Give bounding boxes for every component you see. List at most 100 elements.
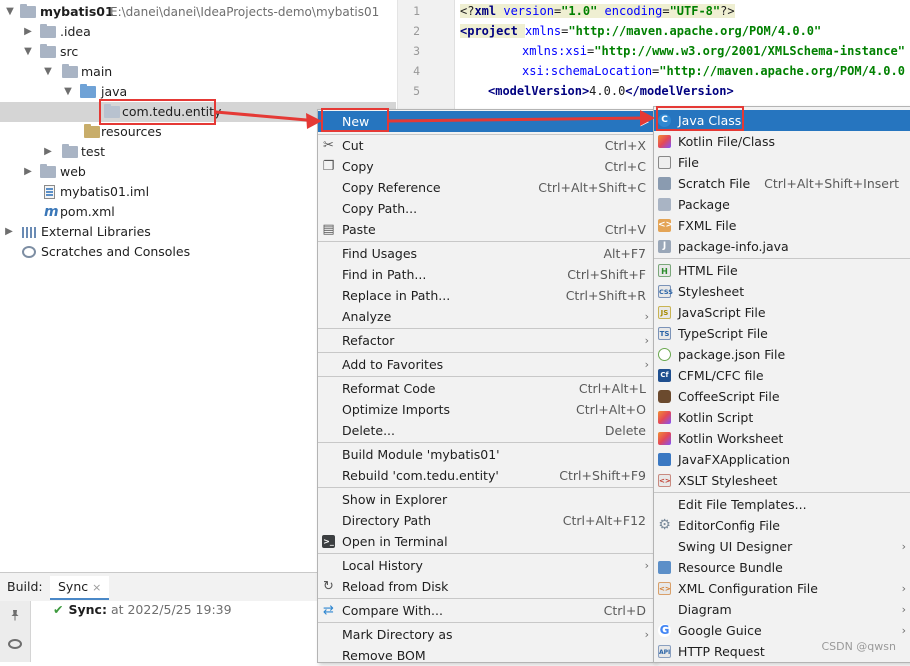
folder-icon xyxy=(40,164,56,178)
menu-separator xyxy=(318,622,654,623)
menu-item-reload-from-disk[interactable]: ↻ Reload from Disk xyxy=(318,576,654,597)
menu-item-copy[interactable]: ❐ Copy Ctrl+C xyxy=(318,156,654,177)
chevron-right-icon[interactable]: ▶ xyxy=(3,222,15,242)
submenu-item-coffeescript-file[interactable]: CoffeeScript File xyxy=(654,386,910,407)
pin-icon[interactable] xyxy=(9,609,21,621)
chevron-down-icon[interactable]: ▼ xyxy=(42,62,54,82)
module-folder-icon xyxy=(20,4,36,18)
menu-separator xyxy=(654,492,910,493)
menu-item-mark-directory-as[interactable]: Mark Directory as › xyxy=(318,624,654,645)
close-icon[interactable]: × xyxy=(92,581,101,594)
submenu-item-kotlin-file[interactable]: Kotlin File/Class xyxy=(654,131,910,152)
chevron-right-icon[interactable]: ▶ xyxy=(22,162,34,182)
menu-item-analyze[interactable]: Analyze › xyxy=(318,306,654,327)
tree-item-java[interactable]: ▼ java xyxy=(0,82,396,102)
chevron-right-icon: › xyxy=(901,603,906,616)
menu-item-cut[interactable]: ✂ Cut Ctrl+X xyxy=(318,135,654,156)
menu-item-delete[interactable]: Delete... Delete xyxy=(318,420,654,441)
submenu-item-kotlin-worksheet[interactable]: Kotlin Worksheet xyxy=(654,428,910,449)
menu-item-label: Show in Explorer xyxy=(342,492,448,507)
menu-item-open-in-terminal[interactable]: >_ Open in Terminal xyxy=(318,531,654,552)
chevron-right-icon[interactable]: ▶ xyxy=(22,22,34,42)
class-icon: C xyxy=(658,114,671,127)
submenu-item-fxml-file[interactable]: <> FXML File xyxy=(654,215,910,236)
menu-item-show-in-explorer[interactable]: Show in Explorer xyxy=(318,489,654,510)
chevron-down-icon[interactable]: ▼ xyxy=(4,2,16,22)
menu-item-label: Mark Directory as xyxy=(342,627,453,642)
submenu-item-typescript-file[interactable]: TS TypeScript File xyxy=(654,323,910,344)
menu-item-copy-path[interactable]: Copy Path... xyxy=(318,198,654,219)
submenu-item-javascript-file[interactable]: JS JavaScript File xyxy=(654,302,910,323)
menu-item-label: Analyze xyxy=(342,309,392,324)
submenu-item-swing-ui-designer[interactable]: Swing UI Designer › xyxy=(654,536,910,557)
tree-item-main[interactable]: ▼ main xyxy=(0,62,396,82)
menu-item-shortcut: Ctrl+Alt+F12 xyxy=(562,513,646,528)
menu-item-refactor[interactable]: Refactor › xyxy=(318,330,654,351)
menu-item-label: Refactor xyxy=(342,333,395,348)
tree-item-label: java xyxy=(101,84,128,99)
tab-sync[interactable]: Sync × xyxy=(50,576,110,600)
submenu-item-diagram[interactable]: Diagram › xyxy=(654,599,910,620)
submenu-item-html-file[interactable]: H HTML File xyxy=(654,260,910,281)
submenu-item-stylesheet[interactable]: CSS Stylesheet xyxy=(654,281,910,302)
menu-item-label: HTTP Request xyxy=(678,644,765,659)
menu-item-paste[interactable]: ▤ Paste Ctrl+V xyxy=(318,219,654,240)
chevron-down-icon[interactable]: ▼ xyxy=(22,42,34,62)
submenu-item-google-guice[interactable]: G Google Guice › xyxy=(654,620,910,641)
code-editor[interactable]: 1 2 3 4 5 <?xml version="1.0" encoding="… xyxy=(397,0,910,110)
submenu-item-package-json[interactable]: package.json File xyxy=(654,344,910,365)
menu-item-find-in-path[interactable]: Find in Path... Ctrl+Shift+F xyxy=(318,264,654,285)
menu-item-add-to-favorites[interactable]: Add to Favorites › xyxy=(318,354,654,375)
menu-item-label: Directory Path xyxy=(342,513,432,528)
submenu-item-java-class[interactable]: C Java Class xyxy=(654,110,910,131)
submenu-item-javafx-application[interactable]: JavaFXApplication xyxy=(654,449,910,470)
cfml-icon: Cf xyxy=(658,369,671,382)
menu-item-label: Replace in Path... xyxy=(342,288,451,303)
submenu-item-xml-configuration-file[interactable]: <> XML Configuration File › xyxy=(654,578,910,599)
javascript-icon: JS xyxy=(658,306,671,319)
chevron-right-icon[interactable]: ▶ xyxy=(42,142,54,162)
submenu-item-xslt-stylesheet[interactable]: <> XSLT Stylesheet xyxy=(654,470,910,491)
eye-icon[interactable] xyxy=(8,639,22,649)
menu-item-label: Paste xyxy=(342,222,376,237)
scissors-icon: ✂ xyxy=(323,138,334,153)
menu-item-compare-with[interactable]: ⇄ Compare With... Ctrl+D xyxy=(318,600,654,621)
menu-item-find-usages[interactable]: Find Usages Alt+F7 xyxy=(318,243,654,264)
tree-item-mybatis01[interactable]: ▼ mybatis01 E:\danei\danei\IdeaProjects-… xyxy=(0,2,396,22)
submenu-item-cfml-file[interactable]: Cf CFML/CFC file xyxy=(654,365,910,386)
submenu-item-resource-bundle[interactable]: Resource Bundle xyxy=(654,557,910,578)
api-icon: API xyxy=(658,645,671,658)
chevron-down-icon[interactable]: ▼ xyxy=(62,82,74,102)
build-tool-window: Build: Sync × ✔ Sync: at 2022/5/25 19:39 xyxy=(0,572,318,662)
resources-folder-icon xyxy=(84,124,100,138)
menu-item-rebuild[interactable]: Rebuild 'com.tedu.entity' Ctrl+Shift+F9 xyxy=(318,465,654,486)
menu-item-label: FXML File xyxy=(678,218,737,233)
submenu-item-edit-file-templates[interactable]: Edit File Templates... xyxy=(654,494,910,515)
menu-item-local-history[interactable]: Local History › xyxy=(318,555,654,576)
menu-item-optimize-imports[interactable]: Optimize Imports Ctrl+Alt+O xyxy=(318,399,654,420)
submenu-item-file[interactable]: File xyxy=(654,152,910,173)
context-menu: New ▶ ✂ Cut Ctrl+X ❐ Copy Ctrl+C Copy Referen… xyxy=(317,109,655,663)
line-number: 5 xyxy=(413,84,420,98)
menu-item-directory-path[interactable]: Directory Path Ctrl+Alt+F12 xyxy=(318,510,654,531)
menu-item-replace-in-path[interactable]: Replace in Path... Ctrl+Shift+R xyxy=(318,285,654,306)
tree-item-src[interactable]: ▼ src xyxy=(0,42,396,62)
menu-item-remove-bom[interactable]: Remove BOM xyxy=(318,645,654,666)
menu-item-shortcut: Ctrl+Shift+R xyxy=(565,288,646,303)
submenu-item-scratch-file[interactable]: Scratch File Ctrl+Alt+Shift+Insert xyxy=(654,173,910,194)
menu-item-new[interactable]: New ▶ xyxy=(318,111,654,132)
menu-item-reformat-code[interactable]: Reformat Code Ctrl+Alt+L xyxy=(318,378,654,399)
menu-separator xyxy=(318,241,654,242)
submenu-item-package-info[interactable]: Jpackage-info.java xyxy=(654,236,910,257)
menu-item-build-module[interactable]: Build Module 'mybatis01' xyxy=(318,444,654,465)
sync-status-row[interactable]: ✔ Sync: at 2022/5/25 19:39 xyxy=(53,602,232,617)
menu-item-copy-reference[interactable]: Copy Reference Ctrl+Alt+Shift+C xyxy=(318,177,654,198)
submenu-item-kotlin-script[interactable]: Kotlin Script xyxy=(654,407,910,428)
tree-item-idea[interactable]: ▶ .idea xyxy=(0,22,396,42)
submenu-item-package[interactable]: Package xyxy=(654,194,910,215)
build-output: ✔ Sync: at 2022/5/25 19:39 xyxy=(31,601,318,662)
line-number: 2 xyxy=(413,24,420,38)
folder-icon xyxy=(40,44,56,58)
submenu-item-editorconfig-file[interactable]: ⚙ EditorConfig File xyxy=(654,515,910,536)
menu-item-label: Rebuild 'com.tedu.entity' xyxy=(342,468,499,483)
